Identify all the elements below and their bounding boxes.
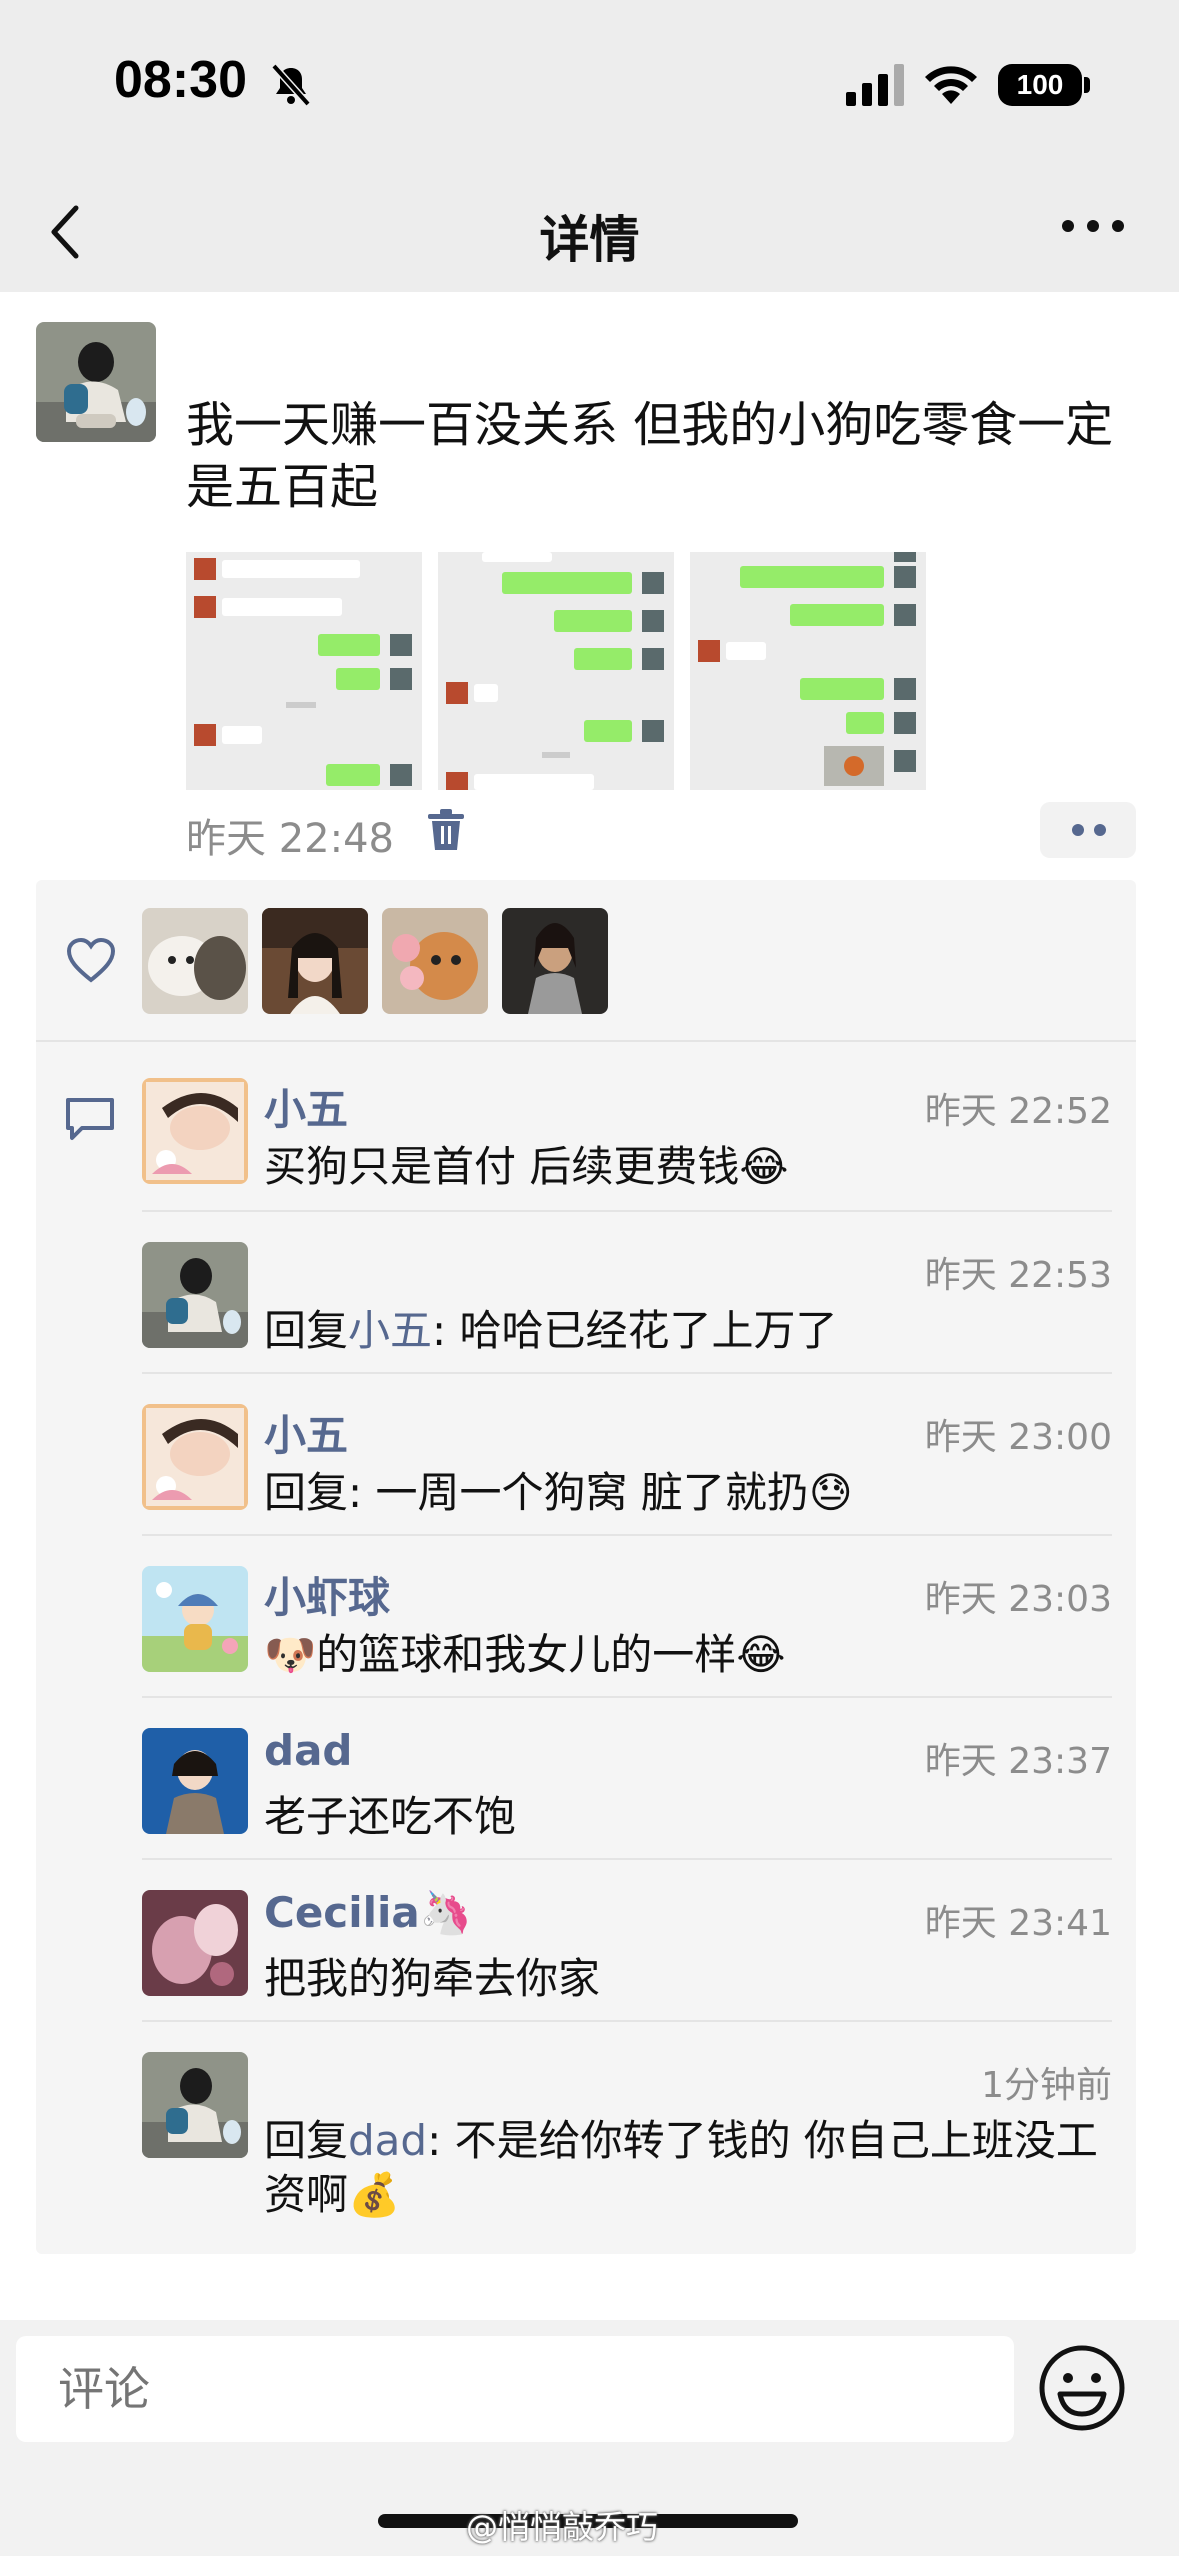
comment-time: 昨天 22:52 xyxy=(924,1091,1112,1132)
post-author-avatar[interactable] xyxy=(36,322,156,442)
heart-icon xyxy=(66,938,116,983)
commenter-avatar[interactable] xyxy=(142,1566,248,1672)
status-time: 08:30 xyxy=(114,51,247,109)
comment-icon xyxy=(66,1098,114,1140)
sweat-emoji: 😓 xyxy=(808,1468,853,1517)
laughing-emoji: 😂 xyxy=(739,1142,789,1191)
post-timestamp: 昨天 22:48 xyxy=(186,816,394,862)
comment-body: 的篮球和我女儿的一样 xyxy=(316,1630,737,1679)
page-title: 详情 xyxy=(539,211,640,269)
likes-row xyxy=(36,880,1136,1040)
commenter-avatar[interactable] xyxy=(142,1728,248,1834)
commenter-avatar[interactable] xyxy=(142,2052,248,2158)
status-bar: 08:30 100 xyxy=(0,0,1179,170)
reply-prefix: 回复 xyxy=(264,1468,349,1517)
comment-text: 🐶的篮球和我女儿的一样😂 xyxy=(264,1628,1104,1682)
comment-body: 买狗只是首付 后续更费钱 xyxy=(264,1142,740,1191)
comment-text: 买狗只是首付 后续更费钱😂 xyxy=(264,1140,1104,1194)
commenter-name[interactable]: Cecilia🦄 xyxy=(264,1888,472,1938)
comment-body: 把我的狗牵去你家 xyxy=(264,1954,601,2003)
comment-text: 回复小五: 哈哈已经花了上万了 xyxy=(264,1304,1104,1358)
comment-text: 回复: 一周一个狗窝 脏了就扔😓 xyxy=(264,1466,1104,1520)
comment-input[interactable] xyxy=(16,2336,1014,2442)
post-image-3[interactable] xyxy=(690,552,926,790)
comment-time: 昨天 23:41 xyxy=(924,1903,1112,1944)
commenter-avatar[interactable] xyxy=(142,1404,248,1510)
comment-divider xyxy=(142,1372,1112,1374)
battery-tip xyxy=(1084,77,1090,93)
reply-to-name[interactable]: 小五 xyxy=(348,1306,432,1355)
cellular-signal-icon xyxy=(846,64,904,106)
reply-prefix: 回复 xyxy=(264,1306,349,1355)
commenter-avatar[interactable] xyxy=(142,1890,248,1996)
panel-divider xyxy=(36,1040,1136,1042)
post-image-2[interactable] xyxy=(438,552,674,790)
comment-divider xyxy=(142,1210,1112,1212)
battery-indicator: 100 xyxy=(998,64,1082,106)
commenter-avatar[interactable] xyxy=(142,1078,248,1184)
comment-time: 昨天 22:53 xyxy=(924,1255,1112,1296)
unicorn-emoji: 🦄 xyxy=(419,1888,473,1937)
comment-body: 老子还吃不饱 xyxy=(264,1792,517,1841)
liker-avatar-cat-white[interactable] xyxy=(142,908,248,1014)
comment-time: 1分钟前 xyxy=(981,2065,1112,2106)
liker-avatar-woman[interactable] xyxy=(502,908,608,1014)
liker-avatar-cat-orange[interactable] xyxy=(382,908,488,1014)
reply-prefix: 回复 xyxy=(264,2116,349,2165)
emoji-picker-icon[interactable] xyxy=(1036,2342,1128,2434)
comment-text: 老子还吃不饱 xyxy=(264,1790,1104,1844)
watermark: @悄悄敲乔巧 xyxy=(466,2508,659,2546)
nav-bar: 详情 xyxy=(0,170,1179,292)
commenter-name[interactable]: dad xyxy=(264,1726,352,1775)
comment-divider xyxy=(142,1696,1112,1698)
laughing-emoji: 😂 xyxy=(736,1630,786,1679)
dog-emoji: 🐶 xyxy=(264,1630,317,1679)
like-comment-button[interactable] xyxy=(1040,802,1136,858)
comment-body: : 哈哈已经花了上万了 xyxy=(432,1306,838,1355)
interaction-panel: 小五 昨天 22:52 买狗只是首付 后续更费钱😂 昨天 22:53 回复小五:… xyxy=(36,880,1136,2254)
post-text: 我一天赚一百没关系 但我的小狗吃零食一定是五百起 xyxy=(186,397,1114,515)
comment-divider xyxy=(142,2020,1112,2022)
post-image-1[interactable] xyxy=(186,552,422,790)
bell-muted-icon xyxy=(271,63,311,107)
comment-divider xyxy=(142,1534,1112,1536)
reply-to-name[interactable]: dad xyxy=(348,2116,427,2165)
comment-body: : 一周一个狗窝 脏了就扔 xyxy=(348,1468,809,1517)
comment-time: 昨天 23:03 xyxy=(924,1579,1112,1620)
liker-avatar-girl[interactable] xyxy=(262,908,368,1014)
wifi-icon xyxy=(925,66,977,104)
delete-icon[interactable] xyxy=(426,808,466,852)
commenter-name-text: Cecilia xyxy=(264,1888,420,1937)
commenter-avatar[interactable] xyxy=(142,1242,248,1348)
more-options-icon[interactable] xyxy=(1060,216,1126,236)
comment-time: 昨天 23:37 xyxy=(924,1741,1112,1782)
money-bag-emoji: 💰 xyxy=(348,2170,401,2219)
commenter-name[interactable]: 小五 xyxy=(264,1402,348,1463)
comment-text: 把我的狗牵去你家 xyxy=(264,1952,1104,2006)
dots-icon xyxy=(1072,824,1106,836)
commenter-name[interactable]: 小虾球 xyxy=(264,1564,390,1625)
commenter-name[interactable]: 小五 xyxy=(264,1076,348,1137)
comment-time: 昨天 23:00 xyxy=(924,1417,1112,1458)
post-image-grid xyxy=(186,552,926,790)
comment-text: 回复dad: 不是给你转了钱的 你自己上班没工资啊💰 xyxy=(264,2114,1104,2222)
comment-divider xyxy=(142,1858,1112,1860)
